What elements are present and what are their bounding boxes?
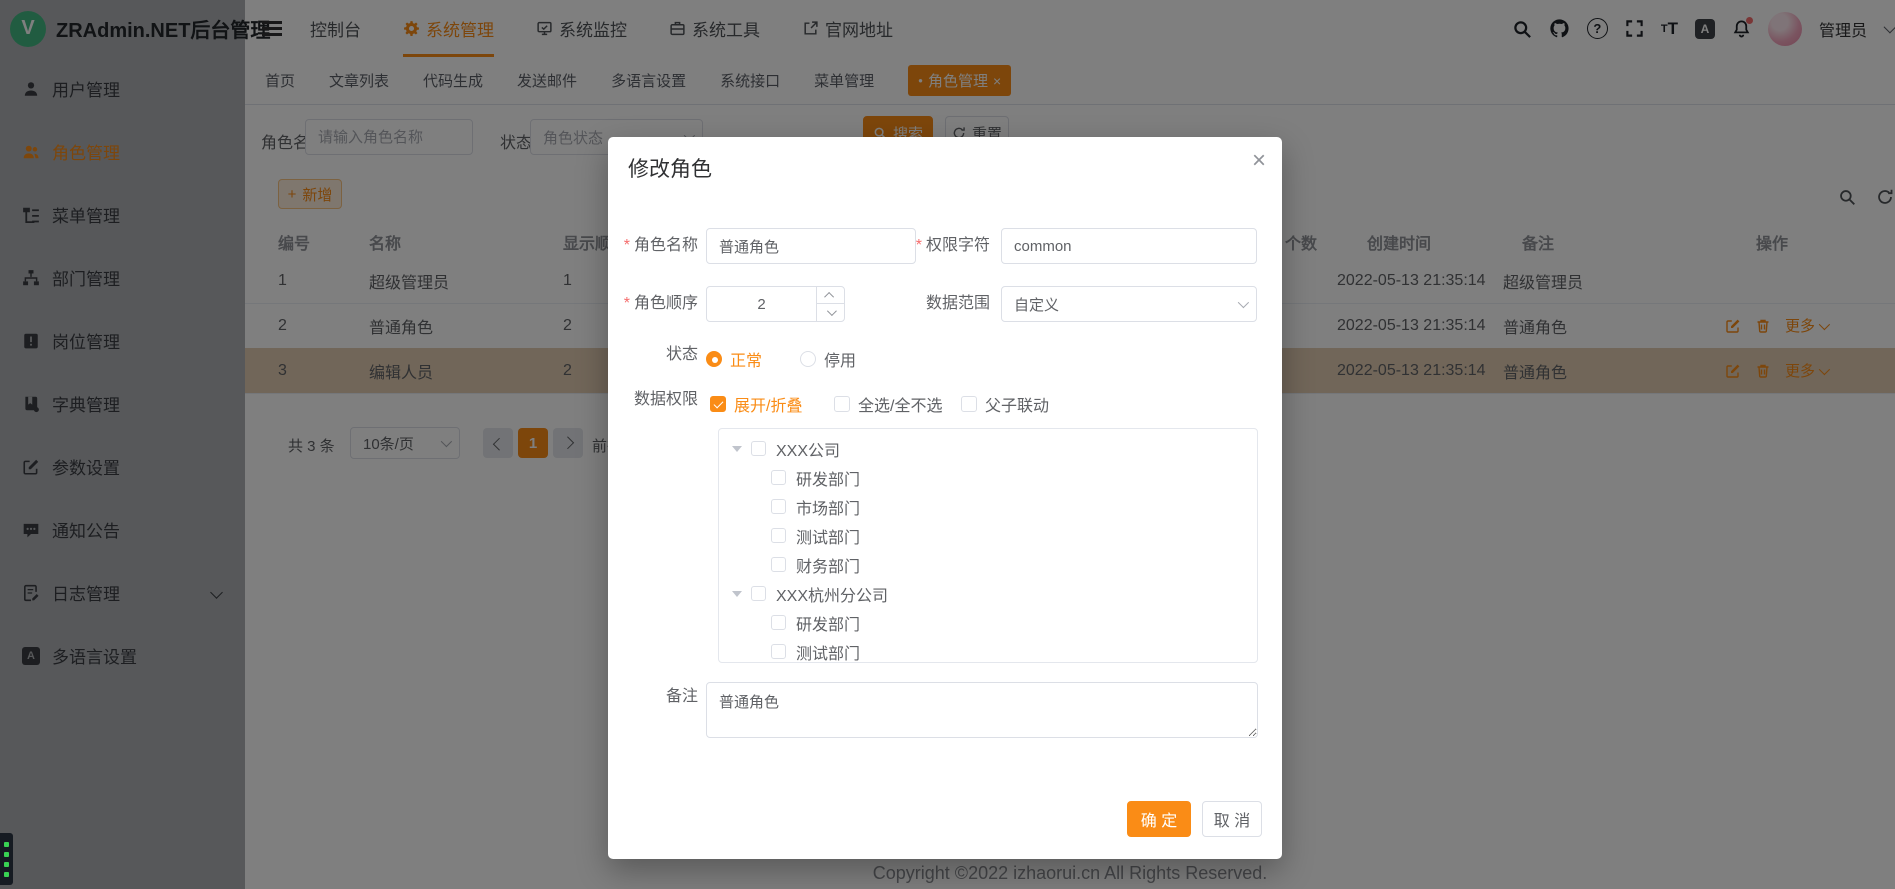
required-mark: *: [916, 237, 922, 254]
remark-label: 备注: [608, 682, 698, 712]
cancel-button[interactable]: 取 消: [1202, 801, 1262, 837]
app-root: V ZRAdmin.NET后台管理 控制台 系统管理 系统监控: [0, 0, 1895, 889]
tree-checkbox[interactable]: [771, 499, 786, 514]
tree-node-label: 测试部门: [796, 640, 860, 664]
stepper-down-button[interactable]: [816, 304, 844, 321]
radio-label: 正常: [730, 347, 762, 371]
checkbox-icon: [834, 396, 850, 412]
tree-checkbox[interactable]: [751, 586, 766, 601]
role-name-label: *角色名称: [608, 228, 698, 264]
checkbox-label: 展开/折叠: [734, 392, 802, 416]
tree-node-branch-company[interactable]: XXX杭州分公司: [719, 579, 1257, 608]
tree-node-dept[interactable]: 测试部门: [719, 637, 1257, 663]
tree-node-label: 市场部门: [796, 495, 860, 519]
tree-checkbox[interactable]: [771, 557, 786, 572]
dialog-title: 修改角色: [628, 153, 712, 183]
confirm-button[interactable]: 确 定: [1127, 801, 1191, 837]
data-permission-label: 数据权限: [608, 382, 698, 418]
checkbox-icon: [961, 396, 977, 412]
checkbox-expand-collapse[interactable]: 展开/折叠: [710, 392, 802, 416]
tree-node-label: 研发部门: [796, 611, 860, 635]
tree-node-label: XXX杭州分公司: [776, 582, 888, 606]
tree-checkbox[interactable]: [751, 441, 766, 456]
floating-widget[interactable]: [0, 833, 13, 885]
tree-expand-icon[interactable]: [732, 591, 742, 597]
checkbox-label: 父子联动: [985, 392, 1049, 416]
tree-node-dept[interactable]: 财务部门: [719, 550, 1257, 579]
data-scope-label: 数据范围: [900, 286, 990, 322]
role-key-input[interactable]: [1001, 228, 1257, 264]
tree-checkbox[interactable]: [771, 615, 786, 630]
tree-checkbox[interactable]: [771, 644, 786, 659]
tree-node-label: 研发部门: [796, 466, 860, 490]
radio-label: 停用: [824, 347, 856, 371]
tree-expand-icon[interactable]: [732, 446, 742, 452]
tree-node-dept[interactable]: 市场部门: [719, 492, 1257, 521]
tree-node-label: 测试部门: [796, 524, 860, 548]
tree-checkbox[interactable]: [771, 470, 786, 485]
checkbox-label: 全选/全不选: [858, 392, 942, 416]
role-name-input[interactable]: [706, 228, 916, 264]
role-sort-value: 2: [707, 287, 816, 321]
tree-node-label: 财务部门: [796, 553, 860, 577]
data-scope-value: 自定义: [1014, 294, 1059, 315]
required-mark: *: [624, 295, 630, 312]
radio-icon: [800, 351, 816, 367]
status-label: 状态: [608, 337, 698, 373]
chevron-down-icon: [1238, 297, 1249, 308]
radio-status-normal[interactable]: 正常: [706, 347, 762, 371]
department-tree: XXX公司 研发部门 市场部门 测试部门 财务部门 XXX杭州分公司: [718, 428, 1258, 663]
required-mark: *: [624, 237, 630, 254]
tree-node-label: XXX公司: [776, 437, 840, 461]
tree-checkbox[interactable]: [771, 528, 786, 543]
tree-node-dept[interactable]: 研发部门: [719, 608, 1257, 637]
tree-node-company[interactable]: XXX公司: [719, 434, 1257, 463]
remark-textarea[interactable]: 普通角色: [706, 682, 1258, 738]
role-sort-label: *角色顺序: [608, 286, 698, 322]
dialog-close-icon[interactable]: ×: [1252, 149, 1266, 173]
radio-icon: [706, 351, 722, 367]
data-scope-select[interactable]: 自定义: [1001, 286, 1257, 322]
role-sort-stepper[interactable]: 2: [706, 286, 845, 322]
radio-status-disabled[interactable]: 停用: [800, 347, 856, 371]
checkbox-parent-child-link[interactable]: 父子联动: [961, 392, 1049, 416]
checkbox-icon: [710, 396, 726, 412]
checkbox-select-all[interactable]: 全选/全不选: [834, 392, 942, 416]
tree-node-dept[interactable]: 测试部门: [719, 521, 1257, 550]
stepper-up-button[interactable]: [816, 287, 844, 304]
role-key-label: *权限字符: [900, 228, 990, 264]
tree-node-dept[interactable]: 研发部门: [719, 463, 1257, 492]
edit-role-dialog: 修改角色 × *角色名称 *权限字符 *角色顺序 2 数据范围 自定义 状态: [608, 137, 1282, 859]
